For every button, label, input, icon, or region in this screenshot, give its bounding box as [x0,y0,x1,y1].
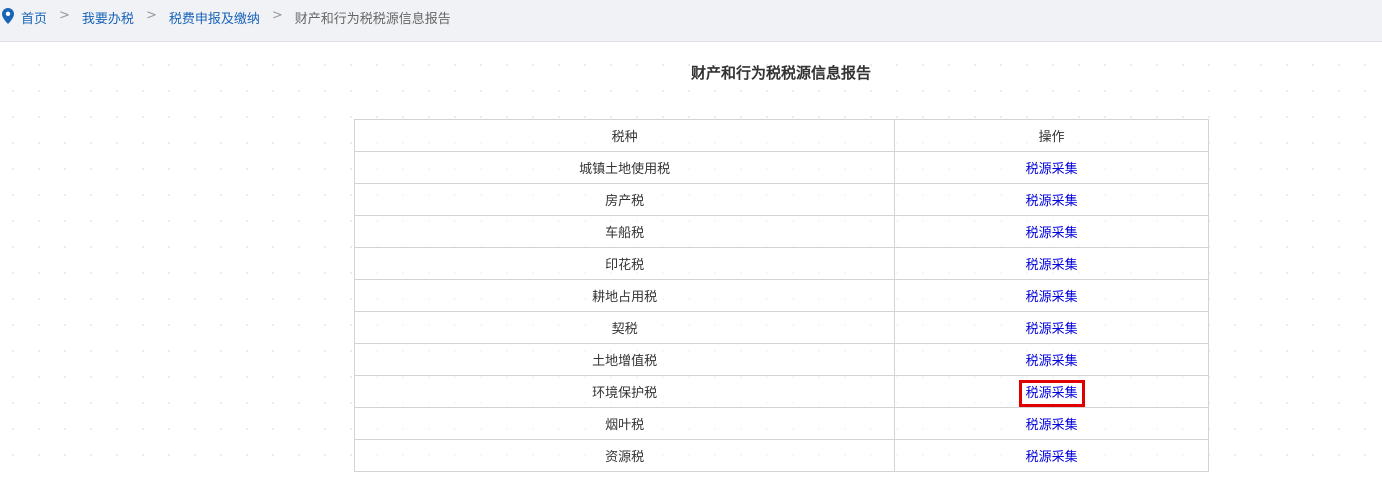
operation-cell: 税源采集 [894,215,1209,248]
collect-tax-source-link[interactable]: 税源采集 [1022,319,1082,340]
page-title: 财产和行为税税源信息报告 [690,64,871,82]
collect-tax-source-link[interactable]: 税源采集 [1018,380,1085,407]
breadcrumb-home[interactable]: 首页 [21,8,47,27]
collect-tax-source-link[interactable]: 税源采集 [1022,287,1082,308]
table-header-row: 税种 操作 [353,119,1209,152]
operation-cell: 税源采集 [894,343,1209,376]
tax-type-cell: 耕地占用税 [353,279,896,312]
table-row: 耕地占用税 税源采集 [353,279,1209,312]
header-tax-type: 税种 [353,119,896,152]
table-row: 印花税 税源采集 [353,247,1209,280]
breadcrumb-separator: > [59,8,70,23]
breadcrumb-current: 财产和行为税税源信息报告 [294,12,451,27]
tax-type-cell: 资源税 [353,439,896,472]
collect-tax-source-link[interactable]: 税源采集 [1022,255,1082,276]
tax-type-cell: 城镇土地使用税 [353,151,896,184]
operation-cell: 税源采集 [894,279,1209,312]
table-row: 契税 税源采集 [353,311,1209,344]
table-row: 环境保护税 税源采集 [353,375,1209,408]
tax-source-table: 税种 操作 城镇土地使用税 税源采集 房产税 税源采集 车船税 税源采集 印花税 税源采集 耕地… [353,119,1209,472]
tax-type-cell: 车船税 [353,215,896,248]
operation-cell: 税源采集 [894,407,1209,440]
breadcrumb-separator: > [271,8,283,23]
tax-type-cell: 房产税 [353,183,896,216]
breadcrumb: 首页 > 我要办税 > 税费申报及缴纳 > 财产和行为税税源信息报告 [0,0,1382,42]
table-row: 房产税 税源采集 [353,183,1209,216]
tax-type-cell: 契税 [353,311,896,344]
location-pin-icon [2,8,14,24]
tax-type-cell: 印花税 [353,247,896,280]
table-row: 烟叶税 税源采集 [353,407,1209,440]
tax-type-cell: 环境保护税 [353,375,896,408]
operation-cell: 税源采集 [894,375,1209,408]
operation-cell: 税源采集 [894,311,1209,344]
collect-tax-source-link[interactable]: 税源采集 [1022,447,1082,468]
tax-type-cell: 烟叶税 [353,407,896,440]
table-row: 土地增值税 税源采集 [353,343,1209,376]
collect-tax-source-link[interactable]: 税源采集 [1022,191,1082,212]
operation-cell: 税源采集 [894,247,1209,280]
tax-type-cell: 土地增值税 [353,343,896,376]
operation-cell: 税源采集 [894,439,1209,472]
collect-tax-source-link[interactable]: 税源采集 [1022,159,1082,180]
collect-tax-source-link[interactable]: 税源采集 [1022,351,1082,372]
breadcrumb-separator: > [145,8,157,23]
breadcrumb-tax-services[interactable]: 我要办税 [82,8,134,27]
table-row: 车船税 税源采集 [353,215,1209,248]
collect-tax-source-link[interactable]: 税源采集 [1022,415,1082,436]
operation-cell: 税源采集 [894,151,1209,184]
header-operation: 操作 [894,119,1209,152]
table-body: 城镇土地使用税 税源采集 房产税 税源采集 车船税 税源采集 印花税 税源采集 耕地占用税 税源采… [353,151,1209,472]
breadcrumb-declaration-payment[interactable]: 税费申报及缴纳 [169,8,260,27]
table-row: 城镇土地使用税 税源采集 [353,151,1209,184]
operation-cell: 税源采集 [894,183,1209,216]
collect-tax-source-link[interactable]: 税源采集 [1022,223,1082,244]
table-row: 资源税 税源采集 [353,439,1209,472]
